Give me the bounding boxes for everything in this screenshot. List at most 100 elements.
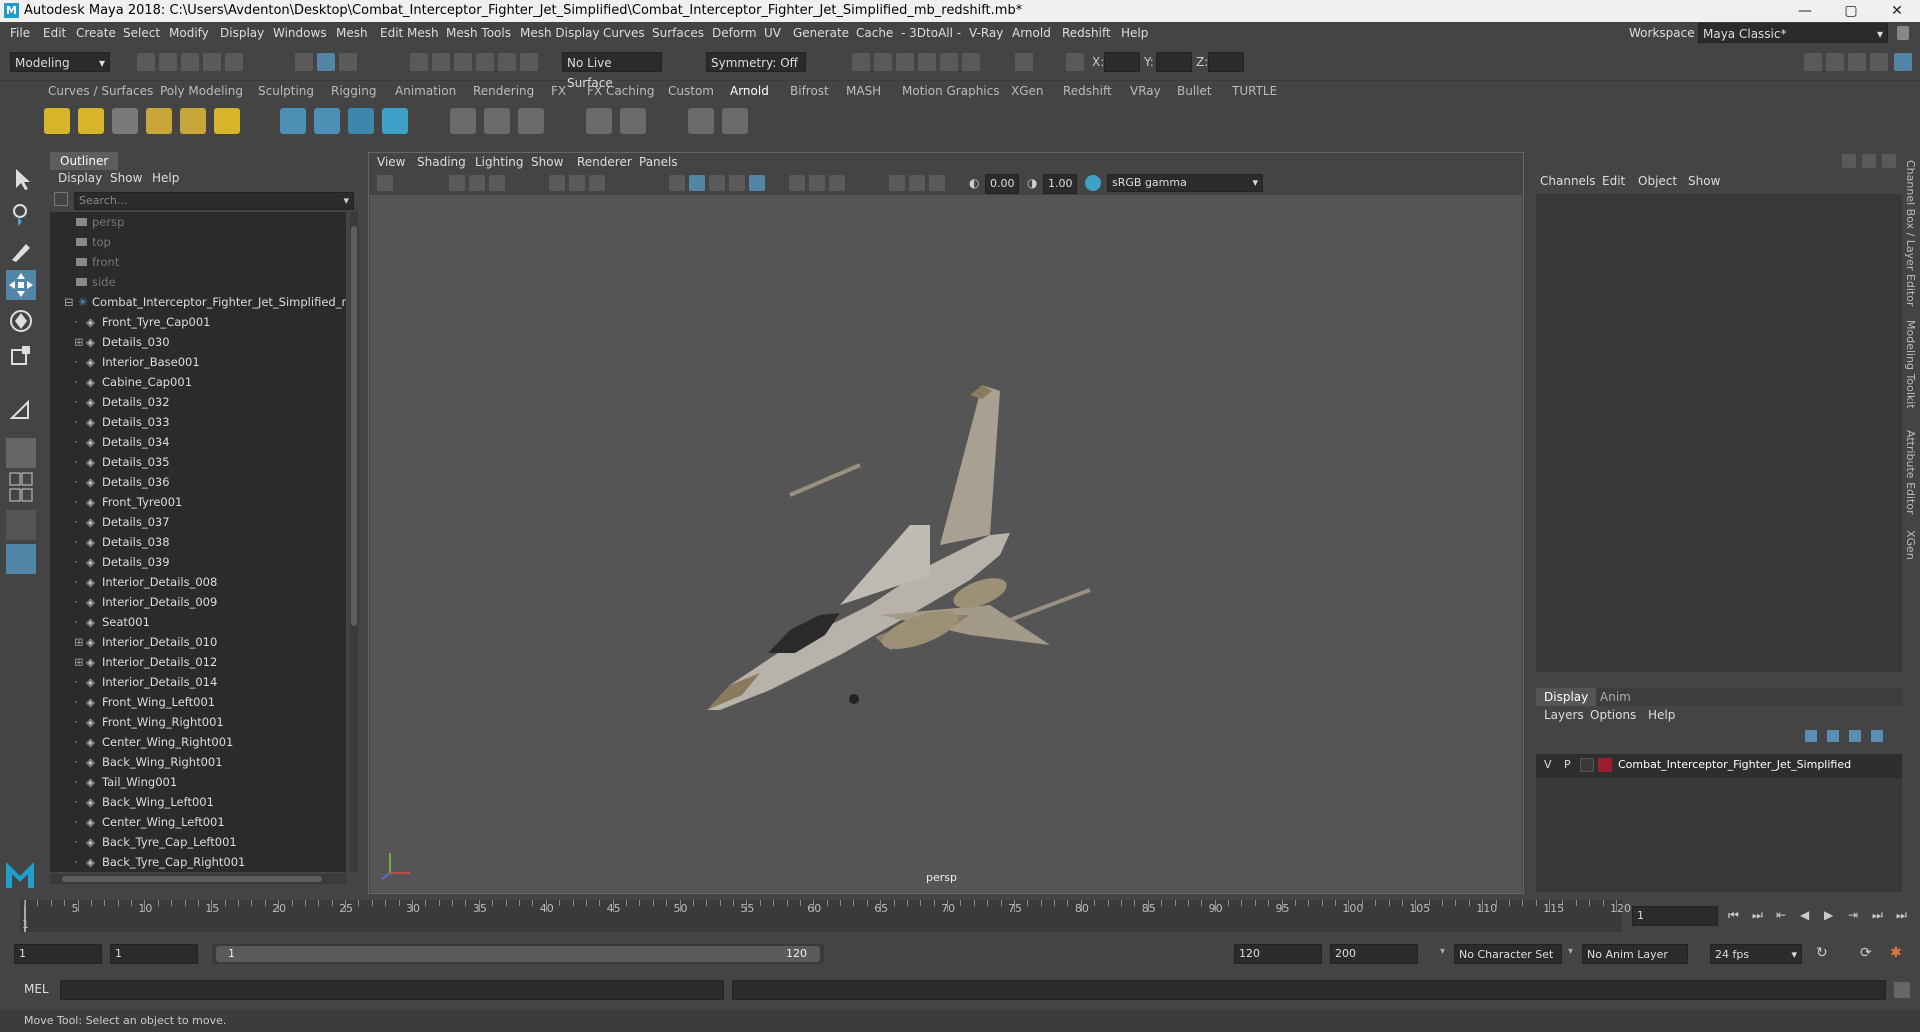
select-by-object-icon[interactable] — [317, 53, 335, 71]
layers-menu[interactable]: Layers — [1544, 708, 1584, 722]
save-scene-icon[interactable] — [181, 53, 199, 71]
viewport-menu-renderer[interactable]: Renderer — [577, 155, 632, 169]
flush-skydome-icon[interactable] — [484, 108, 510, 134]
lock-icon[interactable] — [1897, 26, 1909, 40]
menu-windows[interactable]: Windows — [273, 26, 327, 40]
move-layer-down-icon[interactable] — [1827, 730, 1839, 742]
outliner-mesh-item[interactable]: · ◈ Details_032 — [50, 392, 346, 412]
play-backwards-icon[interactable]: ◀ — [1800, 908, 1809, 922]
layer-color-swatch[interactable] — [1598, 758, 1612, 772]
fighter-jet-model[interactable] — [370, 195, 1522, 893]
script-editor-icon[interactable] — [1894, 982, 1910, 998]
filter-icon[interactable] — [54, 192, 68, 206]
outliner-mesh-item[interactable]: · ◈ Front_Wing_Left001 — [50, 692, 346, 712]
ipr-render-icon[interactable] — [896, 53, 914, 71]
tab-bullet[interactable]: Bullet — [1177, 84, 1212, 98]
wireframe-on-shaded-icon[interactable] — [709, 175, 725, 191]
select-by-component-icon[interactable] — [339, 53, 357, 71]
step-back-key-icon[interactable]: ⇤ — [1776, 908, 1786, 922]
undo-icon[interactable] — [203, 53, 221, 71]
light-portal-icon[interactable] — [180, 108, 206, 134]
outliner-mesh-item[interactable]: ⊞ ◈ Interior_Details_012 — [50, 652, 346, 672]
range-bar[interactable]: 1 120 — [216, 946, 820, 962]
menu-select[interactable]: Select — [123, 26, 160, 40]
pause-icon[interactable] — [1015, 53, 1033, 71]
redo-icon[interactable] — [225, 53, 243, 71]
menu-help[interactable]: Help — [1121, 26, 1148, 40]
outliner-mesh-item[interactable]: · ◈ Interior_Details_014 — [50, 672, 346, 692]
character-set-dropdown[interactable]: No Character Set — [1454, 944, 1562, 964]
paint-select-tool-icon[interactable] — [6, 236, 36, 266]
mesh-light-icon[interactable] — [78, 108, 104, 134]
use-all-lights-icon[interactable] — [749, 175, 765, 191]
volume-icon[interactable] — [348, 108, 374, 134]
tab-bifrost[interactable]: Bifrost — [790, 84, 829, 98]
menu-edit[interactable]: Edit — [43, 26, 66, 40]
character-controls-icon[interactable] — [1826, 53, 1844, 71]
workspace-dropdown[interactable]: Maya Classic* ▾ — [1698, 23, 1888, 43]
snap-surface-icon[interactable] — [498, 53, 516, 71]
film-gate-icon[interactable] — [569, 175, 585, 191]
outliner-menu-display[interactable]: Display — [58, 171, 102, 185]
tab-sculpting[interactable]: Sculpting — [258, 84, 314, 98]
tab-custom[interactable]: Custom — [668, 84, 714, 98]
outliner-mesh-item[interactable]: ⊞ ◈ Details_030 — [50, 332, 346, 352]
persp-outliner-layout-icon[interactable] — [6, 488, 36, 502]
physical-sky-icon[interactable] — [214, 108, 240, 134]
single-perspective-layout-icon[interactable] — [6, 438, 36, 468]
menu-mesh-display[interactable]: Mesh Display — [520, 26, 600, 40]
end-time-field[interactable]: 200 — [1330, 944, 1418, 964]
menu-arnold[interactable]: Arnold — [1012, 26, 1051, 40]
outliner-mesh-item[interactable]: ⊞ ◈ Interior_Details_010 — [50, 632, 346, 652]
side-tab-channel-box[interactable]: Channel Box / Layer Editor — [1904, 160, 1917, 307]
range-track[interactable]: 1 120 — [212, 944, 824, 964]
tab-anim[interactable]: Anim — [1600, 690, 1631, 704]
show-menu[interactable]: Show — [1688, 174, 1720, 188]
menu-curves[interactable]: Curves — [603, 26, 645, 40]
texture-manager-icon[interactable] — [620, 108, 646, 134]
area-light-icon[interactable] — [44, 108, 70, 134]
outliner-mesh-item[interactable]: · ◈ Details_035 — [50, 452, 346, 472]
persp-graph-layout-icon[interactable] — [6, 510, 36, 540]
outliner-mesh-item[interactable]: · ◈ Front_Tyre001 — [50, 492, 346, 512]
attribute-editor-toggle-icon[interactable] — [1862, 154, 1876, 168]
play-render-icon[interactable] — [722, 108, 748, 134]
new-scene-icon[interactable] — [137, 53, 155, 71]
play-forwards-icon[interactable]: ▶ — [1824, 908, 1833, 922]
step-back-icon[interactable]: ⏭ — [1752, 908, 1763, 923]
xray-joints-icon[interactable] — [929, 175, 945, 191]
skydome-light-icon[interactable] — [146, 108, 172, 134]
step-forward-icon[interactable]: ⏭ — [1872, 908, 1883, 923]
tab-curves-surfaces[interactable]: Curves / Surfaces — [48, 84, 153, 98]
smooth-shade-icon[interactable] — [689, 175, 705, 191]
go-to-start-icon[interactable]: ⏮ — [1728, 908, 1739, 923]
outliner-mesh-item[interactable]: · ◈ Back_Tyre_Cap_Left001 — [50, 832, 346, 852]
scrollbar-thumb[interactable] — [62, 876, 322, 882]
ambient-occlusion-icon[interactable] — [809, 175, 825, 191]
menu-cache[interactable]: Cache — [856, 26, 893, 40]
tab-arnold[interactable]: Arnold — [730, 84, 769, 98]
layer-name[interactable]: Combat_Interceptor_Fighter_Jet_Simplifie… — [1618, 758, 1851, 771]
scale-tool-icon[interactable] — [6, 340, 36, 370]
maximize-button[interactable]: ▢ — [1828, 0, 1874, 22]
channel-box-icon[interactable] — [1894, 53, 1912, 71]
flush-all-icon[interactable] — [518, 108, 544, 134]
tab-xgen[interactable]: XGen — [1011, 84, 1044, 98]
viewport-menu-panels[interactable]: Panels — [639, 155, 678, 169]
gamma-field[interactable]: 1.00 — [1043, 174, 1077, 194]
shadows-icon[interactable] — [789, 175, 805, 191]
outliner-horizontal-scrollbar[interactable] — [50, 874, 346, 884]
outliner-search-input[interactable]: Search... ▾ — [74, 192, 354, 210]
render-settings-icon[interactable] — [918, 53, 936, 71]
menu-3dtoall[interactable]: - 3DtoAll - — [901, 26, 961, 40]
motion-blur-icon[interactable] — [829, 175, 845, 191]
rotate-tool-icon[interactable] — [6, 306, 36, 336]
outliner-mesh-item[interactable]: · ◈ Interior_Details_009 — [50, 592, 346, 612]
edit-menu[interactable]: Edit — [1602, 174, 1625, 188]
menu-generate[interactable]: Generate — [793, 26, 849, 40]
viewport-3d-area[interactable]: persp — [370, 195, 1522, 893]
outliner-mesh-item[interactable]: · ◈ Details_037 — [50, 512, 346, 532]
tab-rigging[interactable]: Rigging — [331, 84, 376, 98]
side-tab-modeling-toolkit[interactable]: Modeling Toolkit — [1904, 320, 1917, 409]
expand-icon[interactable]: ⊞ — [74, 632, 84, 652]
